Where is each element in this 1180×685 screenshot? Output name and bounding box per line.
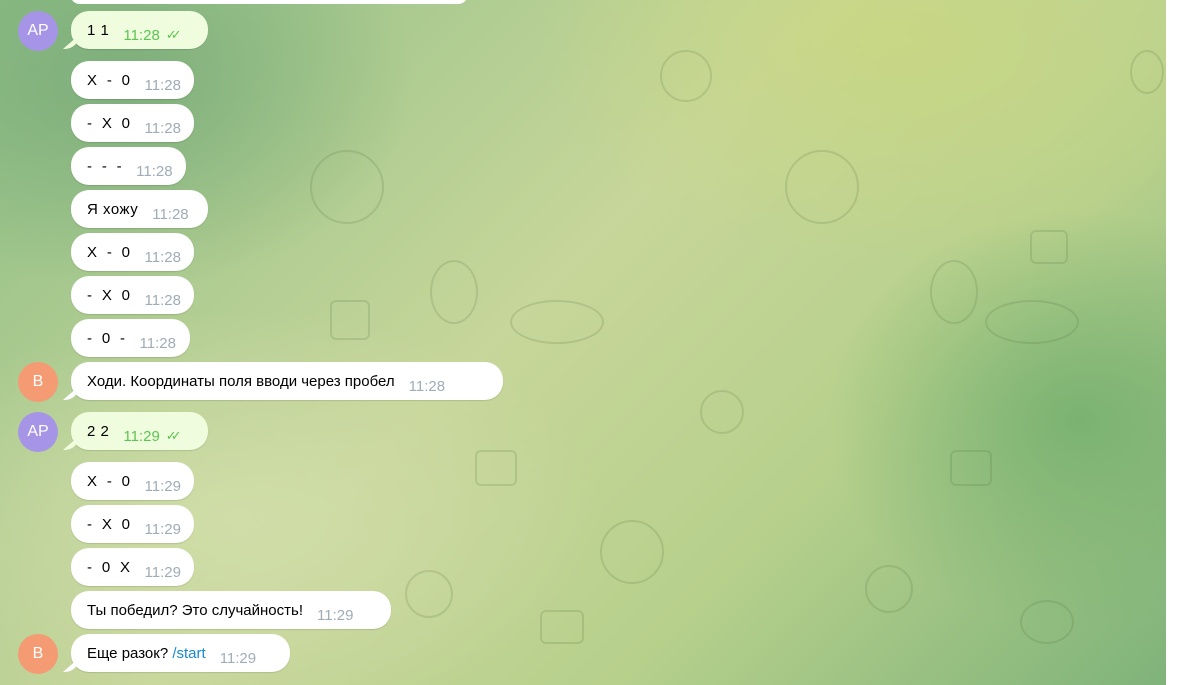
- message-time: 11:28: [144, 248, 181, 266]
- message-text: Я хожу: [87, 200, 139, 218]
- pattern-doodle: [310, 150, 384, 224]
- double-check-icon: ✓✓: [165, 428, 182, 443]
- pattern-doodle: [330, 300, 370, 340]
- pattern-doodle: [865, 565, 913, 613]
- incoming-message[interactable]: - 0 X 11:29: [71, 548, 194, 586]
- message-text: Еще разок?: [87, 644, 169, 662]
- message-text: X - 0: [87, 243, 131, 261]
- incoming-message[interactable]: Ты победил? Это случайность! 11:29: [71, 591, 391, 629]
- message-text: X - 0: [87, 472, 131, 490]
- pattern-doodle: [510, 300, 604, 344]
- pattern-doodle: [430, 260, 478, 324]
- message-time: 11:29: [219, 649, 257, 667]
- pattern-doodle: [405, 570, 453, 618]
- pattern-doodle: [1130, 50, 1164, 94]
- message-text: Ходи. Координаты поля вводи через пробел: [87, 372, 395, 390]
- message-text: - X 0: [87, 114, 131, 132]
- pattern-doodle: [1020, 600, 1074, 644]
- pattern-doodle: [985, 300, 1079, 344]
- message-text: - 0 X: [87, 558, 131, 576]
- message-time: 11:28: [123, 26, 160, 44]
- double-check-icon: ✓✓: [165, 27, 182, 42]
- message-text: X - 0: [87, 71, 131, 89]
- bot-avatar[interactable]: B: [18, 362, 58, 402]
- message-time: 11:29: [144, 477, 181, 495]
- message-time: 11:28: [144, 76, 181, 94]
- incoming-message[interactable]: X - 0 11:29: [71, 462, 194, 500]
- outgoing-message[interactable]: 2 2 11:29 ✓✓: [71, 412, 208, 450]
- message-time: 11:29: [144, 520, 181, 538]
- message-text: - X 0: [87, 286, 131, 304]
- outgoing-message[interactable]: 1 1 11:28 ✓✓: [71, 11, 208, 49]
- message-time: 11:28: [152, 205, 189, 223]
- pattern-doodle: [660, 50, 712, 102]
- pattern-doodle: [950, 450, 992, 486]
- bot-avatar[interactable]: B: [18, 634, 58, 674]
- message-time: 11:28: [408, 377, 446, 395]
- pattern-doodle: [785, 150, 859, 224]
- message-time: 11:28: [139, 334, 176, 352]
- message-time: 11:29: [123, 427, 160, 445]
- pattern-doodle: [475, 450, 517, 486]
- message-time: 11:28: [144, 291, 181, 309]
- right-edge-strip: [1166, 0, 1180, 685]
- message-time: 11:29: [317, 606, 354, 624]
- pattern-doodle: [700, 390, 744, 434]
- incoming-message[interactable]: - 0 - 11:28: [71, 319, 190, 357]
- pattern-doodle: [540, 610, 584, 644]
- pattern-doodle: [600, 520, 664, 584]
- message-text: - 0 -: [87, 329, 126, 347]
- chat-background: AP 1 1 11:28 ✓✓ X - 0 11:28 - X 0 11:28 …: [0, 0, 1166, 685]
- user-avatar[interactable]: AP: [18, 412, 58, 452]
- pattern-doodle: [1030, 230, 1068, 264]
- incoming-message[interactable]: X - 0 11:28: [71, 61, 194, 99]
- previous-message-fragment: [70, 0, 468, 4]
- message-text: Ты победил? Это случайность!: [87, 601, 304, 619]
- message-time: 11:28: [144, 119, 181, 137]
- message-text: 2 2: [87, 422, 110, 440]
- incoming-message[interactable]: Я хожу 11:28: [71, 190, 208, 228]
- incoming-message[interactable]: - - - 11:28: [71, 147, 186, 185]
- message-time: 11:29: [144, 563, 181, 581]
- incoming-message[interactable]: Ходи. Координаты поля вводи через пробел…: [71, 362, 503, 400]
- incoming-message[interactable]: - X 0 11:28: [71, 104, 194, 142]
- start-command-link[interactable]: /start: [172, 645, 205, 662]
- incoming-message[interactable]: Еще разок? /start 11:29: [71, 634, 290, 672]
- incoming-message[interactable]: - X 0 11:29: [71, 505, 194, 543]
- incoming-message[interactable]: X - 0 11:28: [71, 233, 194, 271]
- user-avatar[interactable]: AP: [18, 11, 58, 51]
- pattern-doodle: [930, 260, 978, 324]
- incoming-message[interactable]: - X 0 11:28: [71, 276, 194, 314]
- message-time: 11:28: [136, 162, 173, 180]
- message-text: - - -: [87, 157, 123, 175]
- message-text: 1 1: [87, 21, 110, 39]
- message-text: - X 0: [87, 515, 131, 533]
